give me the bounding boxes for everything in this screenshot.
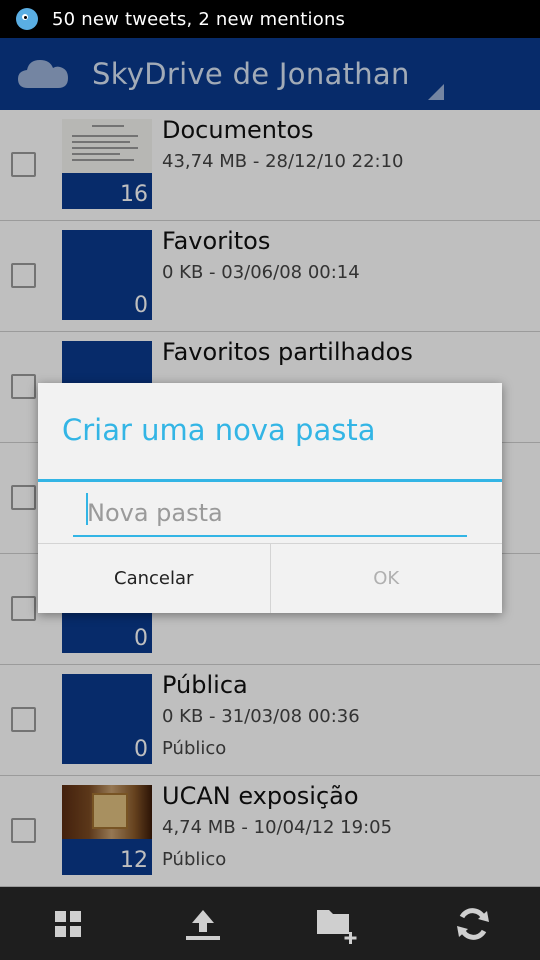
folder-name-input[interactable]	[73, 491, 467, 537]
dialog-title: Criar uma nova pasta	[62, 413, 376, 447]
upload-icon	[185, 909, 220, 940]
refresh-icon	[456, 907, 489, 940]
notification-text: 50 new tweets, 2 new mentions	[52, 8, 346, 30]
status-bar: 50 new tweets, 2 new mentions	[0, 0, 540, 38]
new-folder-dialog: Criar uma nova pasta Cancelar OK	[38, 383, 502, 613]
ok-button[interactable]: OK	[271, 544, 503, 613]
grid-view-icon	[54, 910, 81, 937]
cancel-button[interactable]: Cancelar	[38, 544, 271, 613]
dialog-button-bar: Cancelar OK	[38, 543, 502, 613]
text-cursor	[86, 493, 88, 525]
new-folder-button[interactable]	[298, 894, 378, 954]
bird-icon	[16, 8, 38, 30]
dialog-title-divider	[38, 479, 502, 482]
upload-button[interactable]	[163, 894, 243, 954]
grid-view-button[interactable]	[28, 894, 108, 954]
bottom-action-bar	[0, 887, 540, 960]
refresh-button[interactable]	[433, 894, 513, 954]
new-folder-icon	[316, 909, 356, 944]
